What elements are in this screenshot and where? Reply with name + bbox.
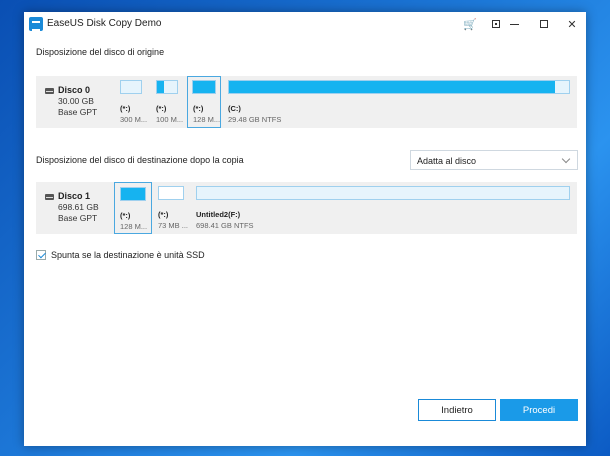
- dest-partition-1[interactable]: (*:) 128 M...: [114, 182, 152, 234]
- hard-disk-icon: [45, 88, 54, 94]
- source-partition-1[interactable]: (*:) 300 M...: [118, 76, 147, 128]
- source-partition-2[interactable]: (*:) 100 M...: [154, 76, 183, 128]
- source-partition-3[interactable]: (*:) 128 M...: [187, 76, 221, 128]
- minimize-icon[interactable]: [498, 12, 530, 36]
- app-logo-icon: [29, 17, 43, 31]
- window-title: EaseUS Disk Copy Demo: [47, 18, 162, 29]
- disk-type: Base GPT: [58, 213, 98, 223]
- checkbox-checked-icon[interactable]: [36, 250, 46, 260]
- destination-heading: Disposizione del disco di destinazione d…: [36, 155, 244, 165]
- disk-type: Base GPT: [58, 107, 98, 117]
- disk-name: Disco 1: [58, 191, 91, 201]
- title-bar: EaseUS Disk Copy Demo 🛒 ✕: [24, 12, 586, 36]
- source-partition-c[interactable]: (C:) 29.48 GB NTFS: [226, 76, 574, 128]
- hard-disk-icon: [45, 194, 54, 200]
- close-icon[interactable]: ✕: [558, 12, 586, 36]
- maximize-icon[interactable]: [530, 12, 558, 36]
- ssd-checkbox-label[interactable]: Spunta se la destinazione è unità SSD: [51, 250, 205, 260]
- chevron-down-icon: [561, 154, 571, 164]
- disk-size: 30.00 GB: [58, 96, 94, 106]
- select-value: Adatta al disco: [417, 156, 477, 166]
- dest-partition-f[interactable]: Untitled2(F:) 698.41 GB NTFS: [194, 182, 574, 234]
- proceed-button[interactable]: Procedi: [500, 399, 578, 421]
- disk-size: 698.61 GB: [58, 202, 99, 212]
- cart-icon[interactable]: 🛒: [456, 12, 484, 36]
- fit-mode-select[interactable]: Adatta al disco: [410, 150, 578, 170]
- disk-name: Disco 0: [58, 85, 91, 95]
- app-window: EaseUS Disk Copy Demo 🛒 ✕ Disposizione d…: [24, 12, 586, 446]
- destination-disk-panel: Disco 1 698.61 GB Base GPT (*:) 128 M...…: [36, 182, 577, 234]
- dest-partition-2[interactable]: (*:) 73 MB ...: [156, 182, 188, 234]
- source-heading: Disposizione del disco di origine: [36, 47, 165, 57]
- source-disk-panel: Disco 0 30.00 GB Base GPT (*:) 300 M... …: [36, 76, 577, 128]
- back-button[interactable]: Indietro: [418, 399, 496, 421]
